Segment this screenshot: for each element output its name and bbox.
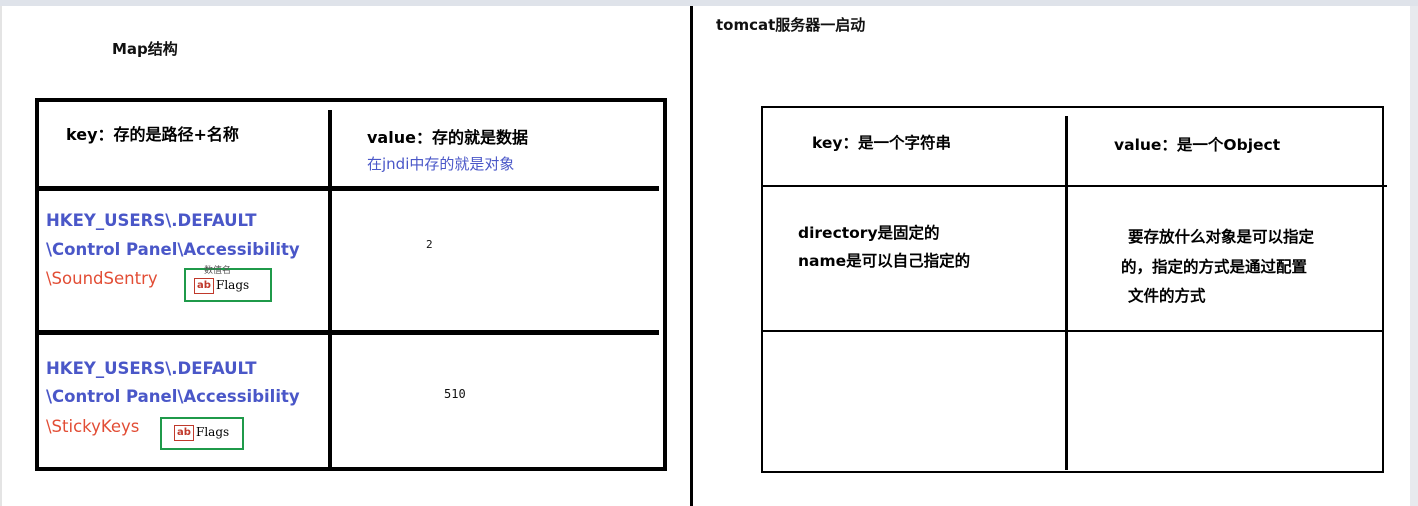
left-edge [0,6,2,506]
row1-key-name: \SoundSentry [46,269,158,288]
row2-path-line2: \Control Panel\Accessibility [46,387,300,406]
table-border-right [1382,106,1384,473]
left-header-key: key：存的是路径+名称 [66,125,239,144]
row2-path-line1: HKEY_USERS\.DEFAULT [46,359,257,378]
string-value-icon: ab [174,425,194,441]
center-divider [690,6,693,506]
right-row-value-line2: 的，指定的方式是通过配置 [1121,258,1308,276]
tomcat-startup-title: tomcat服务器一启动 [716,16,866,34]
right-scroll-edge [1410,6,1418,506]
right-row-value-line1: 要存放什么对象是可以指定 [1128,228,1315,246]
row1-value-name: Flags [216,278,250,292]
right-row-key-line1: directory是固定的 [798,224,940,242]
left-header-value-note: 在jndi中存的就是对象 [367,155,515,173]
row1-path-line2: \Control Panel\Accessibility [46,240,300,259]
right-header-value: value：是一个Object [1114,136,1281,154]
row2-key-name: \StickyKeys [46,417,140,436]
table-border-top [35,98,667,102]
row2-value-name: Flags [196,425,230,439]
right-row-value-line3: 文件的方式 [1128,287,1206,305]
table-row-divider-2 [761,330,1384,332]
row1-path-line1: HKEY_USERS\.DEFAULT [46,211,257,230]
table-column-divider [328,110,332,471]
left-header-value: value：存的就是数据 [367,128,528,147]
table-border-top [761,106,1384,108]
map-structure-title: Map结构 [112,40,178,58]
row2-flags-value-box: ab Flags [160,417,244,450]
table-row-divider-1 [39,186,659,191]
row1-flags-value-box: 数值名 ab Flags [184,266,272,302]
table-row-divider-1 [761,185,1387,187]
row1-value-name-header: 数值名 [204,266,232,276]
table-column-divider [1065,116,1068,470]
table-border-bottom [761,471,1384,473]
right-row-key-line2: name是可以自己指定的 [798,252,971,270]
row1-value: 2 [426,238,433,251]
string-value-icon: ab [194,278,214,294]
row2-value: 510 [444,387,466,401]
right-header-key: key：是一个字符串 [812,134,952,152]
table-border-left [35,98,39,471]
top-bar [0,0,1418,6]
table-border-left [761,106,763,473]
table-row-divider-2 [39,330,659,335]
table-border-bottom [35,467,667,471]
table-border-right [663,98,667,471]
